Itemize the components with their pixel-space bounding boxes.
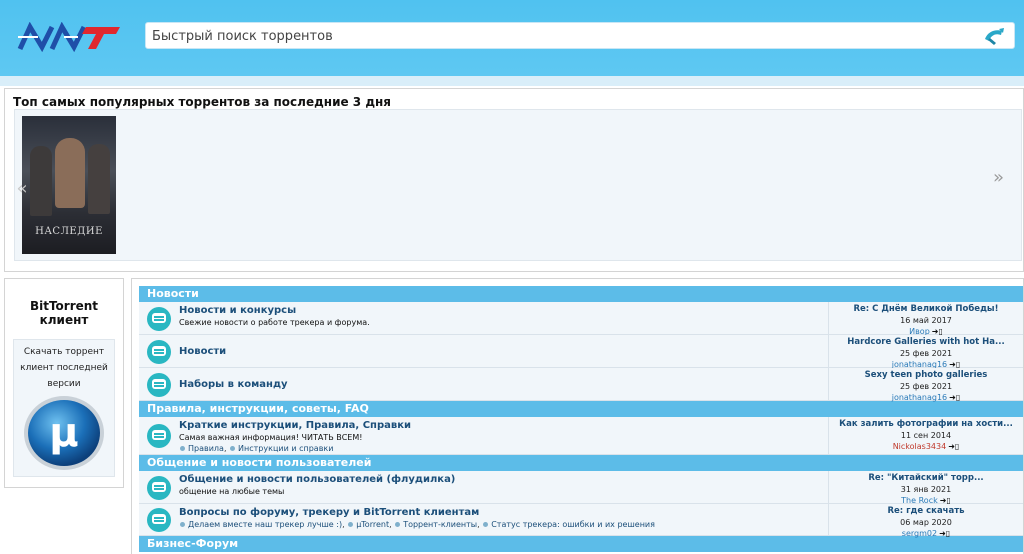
subforum-bullet-icon: [483, 522, 489, 527]
forum-name-link[interactable]: Наборы в команду: [179, 379, 827, 391]
forum-list: Новости Новости и конкурсы Свежие новости …: [139, 286, 1023, 552]
torrent-poster[interactable]: НАСЛЕДИЕ: [22, 116, 116, 254]
goto-last-post-icon[interactable]: ➜▯: [939, 528, 950, 539]
forum-info: Новости: [179, 346, 827, 358]
poster-title: НАСЛЕДИЕ: [35, 226, 103, 237]
forum-info: Краткие инструкции, Правила, Справки Сама…: [179, 420, 827, 455]
forum-name-link[interactable]: Общение и новости пользователей (флудилк…: [179, 474, 827, 486]
site-logo[interactable]: [16, 22, 124, 52]
subforum-list: Правила, Инструкции и справки: [179, 443, 827, 455]
forum-row: Общение и новости пользователей (флудилк…: [139, 471, 1023, 505]
forum-category-header[interactable]: Общение и новости пользователей: [139, 455, 1023, 471]
last-post-title-link[interactable]: Sexy teen photo galleries: [829, 370, 1023, 381]
search-submit-icon[interactable]: [982, 25, 1006, 47]
subforum-link[interactable]: Инструкции и справки: [238, 444, 333, 453]
forum-row: Новости и конкурсы Свежие новости о работ…: [139, 302, 1023, 336]
forum-row: Вопросы по форуму, трекеру и BitTorrent …: [139, 504, 1023, 538]
sidebar-download-text[interactable]: Скачать торрент клиент последней версии: [16, 344, 112, 392]
forum-name-link[interactable]: Новости: [179, 346, 827, 358]
subforum-bullet-icon: [348, 522, 354, 527]
last-post-cell: Re: С Днём Великой Победы! 16 май 2017 Иво…: [828, 302, 1023, 336]
subforum-link[interactable]: Делаем вместе наш трекер лучше :): [188, 520, 342, 529]
subforum-bullet-icon: [180, 446, 185, 451]
subforum-list: Делаем вместе наш трекер лучше :), µTorr…: [179, 519, 827, 531]
subforum-link[interactable]: Правила: [188, 444, 224, 453]
forum-name-link[interactable]: Вопросы по форуму, трекеру и BitTorrent …: [179, 507, 827, 519]
forum-chat-icon: [147, 424, 171, 448]
forum-info: Наборы в команду: [179, 379, 827, 391]
forum-category-header[interactable]: Новости: [139, 286, 1023, 302]
forum-category-header[interactable]: Правила, инструкции, советы, FAQ: [139, 401, 1023, 417]
last-post-title-link[interactable]: Re: "Китайский" торр...: [829, 473, 1023, 484]
last-post-date: 25 фев 2021: [899, 349, 953, 358]
subforum-bullet-icon: [180, 522, 185, 527]
forum-index: Новости Новости и конкурсы Свежие новости …: [131, 278, 1024, 554]
forum-info: Вопросы по форуму, трекеру и BitTorrent …: [179, 507, 827, 531]
forum-row: Новости Hardcore Galleries with hot Ha...…: [139, 335, 1023, 369]
bittorrent-client-panel: BitTorrent клиент Скачать торрент клиент…: [4, 278, 124, 488]
carousel-next-icon[interactable]: »: [993, 167, 1023, 197]
last-post-title-link[interactable]: Re: С Днём Великой Победы!: [829, 304, 1023, 315]
last-post-date: 11 сен 2014: [900, 431, 952, 440]
header-strip: [0, 76, 1024, 86]
site-header: [0, 0, 1024, 76]
sidebar-title: BitTorrent клиент: [29, 299, 99, 327]
last-post-cell: Re: где скачать 06 мар 2020 sergm02 ➜▯: [828, 504, 1023, 538]
top-torrents-carousel: НАСЛЕДИЕ «: [14, 109, 1022, 261]
sidebar-download-box: Скачать торрент клиент последней версии …: [13, 339, 115, 477]
subforum-bullet-icon: [395, 522, 401, 527]
top-torrents-title: Топ самых популярных торрентов за послед…: [13, 95, 392, 109]
poster-figure: [55, 138, 85, 208]
subforum-bullet-icon: [230, 446, 236, 451]
last-post-author-link[interactable]: jonathanag16: [892, 393, 947, 402]
svg-text:µ: µ: [49, 410, 78, 456]
last-post-date: 16 май 2017: [900, 316, 952, 325]
forum-description: Свежие новости о работе трекера и форума…: [179, 318, 370, 327]
last-post-date: 31 янв 2021: [900, 485, 952, 494]
goto-last-post-icon[interactable]: ➜▯: [948, 441, 959, 452]
last-post-title-link[interactable]: Как залить фотографии на хости...: [829, 419, 1023, 430]
carousel-prev-icon[interactable]: «: [11, 178, 33, 206]
goto-last-post-icon[interactable]: ➜▯: [949, 392, 960, 403]
last-post-date: 25 фев 2021: [899, 382, 953, 391]
top-torrents-panel: Топ самых популярных торрентов за послед…: [4, 88, 1024, 272]
search-input[interactable]: [152, 26, 972, 46]
last-post-author-link[interactable]: Nickolas3434: [893, 442, 947, 451]
last-post-cell: Re: "Китайский" торр... 31 янв 2021 The Ro…: [828, 471, 1023, 505]
poster-figure: [88, 144, 110, 214]
subforum-link[interactable]: µTorrent: [356, 520, 389, 529]
forum-row: Наборы в команду Sexy teen photo gallerie…: [139, 368, 1023, 403]
search-box: [145, 22, 1015, 49]
last-post-cell: Как залить фотографии на хости... 11 сен …: [828, 417, 1023, 454]
forum-row: Краткие инструкции, Правила, Справки Сама…: [139, 417, 1023, 455]
forum-name-link[interactable]: Новости и конкурсы: [179, 305, 827, 317]
utorrent-logo-icon[interactable]: µ: [21, 394, 107, 472]
forum-info: Новости и конкурсы Свежие новости о работ…: [179, 305, 827, 328]
last-post-author-link[interactable]: sergm02: [902, 529, 937, 538]
forum-chat-icon: [147, 340, 171, 364]
subforum-link[interactable]: Статус трекера: ошибки и их решения: [491, 520, 655, 529]
forum-chat-icon: [147, 373, 171, 397]
forum-info: Общение и новости пользователей (флудилк…: [179, 474, 827, 497]
forum-name-link[interactable]: Краткие инструкции, Правила, Справки: [179, 420, 827, 432]
forum-description: общение на любые темы: [179, 487, 285, 496]
poster-figure: [30, 146, 52, 216]
last-post-title-link[interactable]: Re: где скачать: [829, 506, 1023, 517]
last-post-cell: Sexy teen photo galleries 25 фев 2021 jona…: [828, 368, 1023, 403]
forum-chat-icon: [147, 476, 171, 500]
forum-description: Самая важная информация! ЧИТАТЬ ВСЕМ!: [179, 433, 363, 442]
last-post-title-link[interactable]: Hardcore Galleries with hot Ha...: [829, 337, 1023, 348]
last-post-date: 06 мар 2020: [900, 518, 952, 527]
last-post-cell: Hardcore Galleries with hot Ha... 25 фев …: [828, 335, 1023, 369]
forum-chat-icon: [147, 307, 171, 331]
forum-chat-icon: [147, 508, 171, 532]
subforum-link[interactable]: Торрент-клиенты: [403, 520, 477, 529]
